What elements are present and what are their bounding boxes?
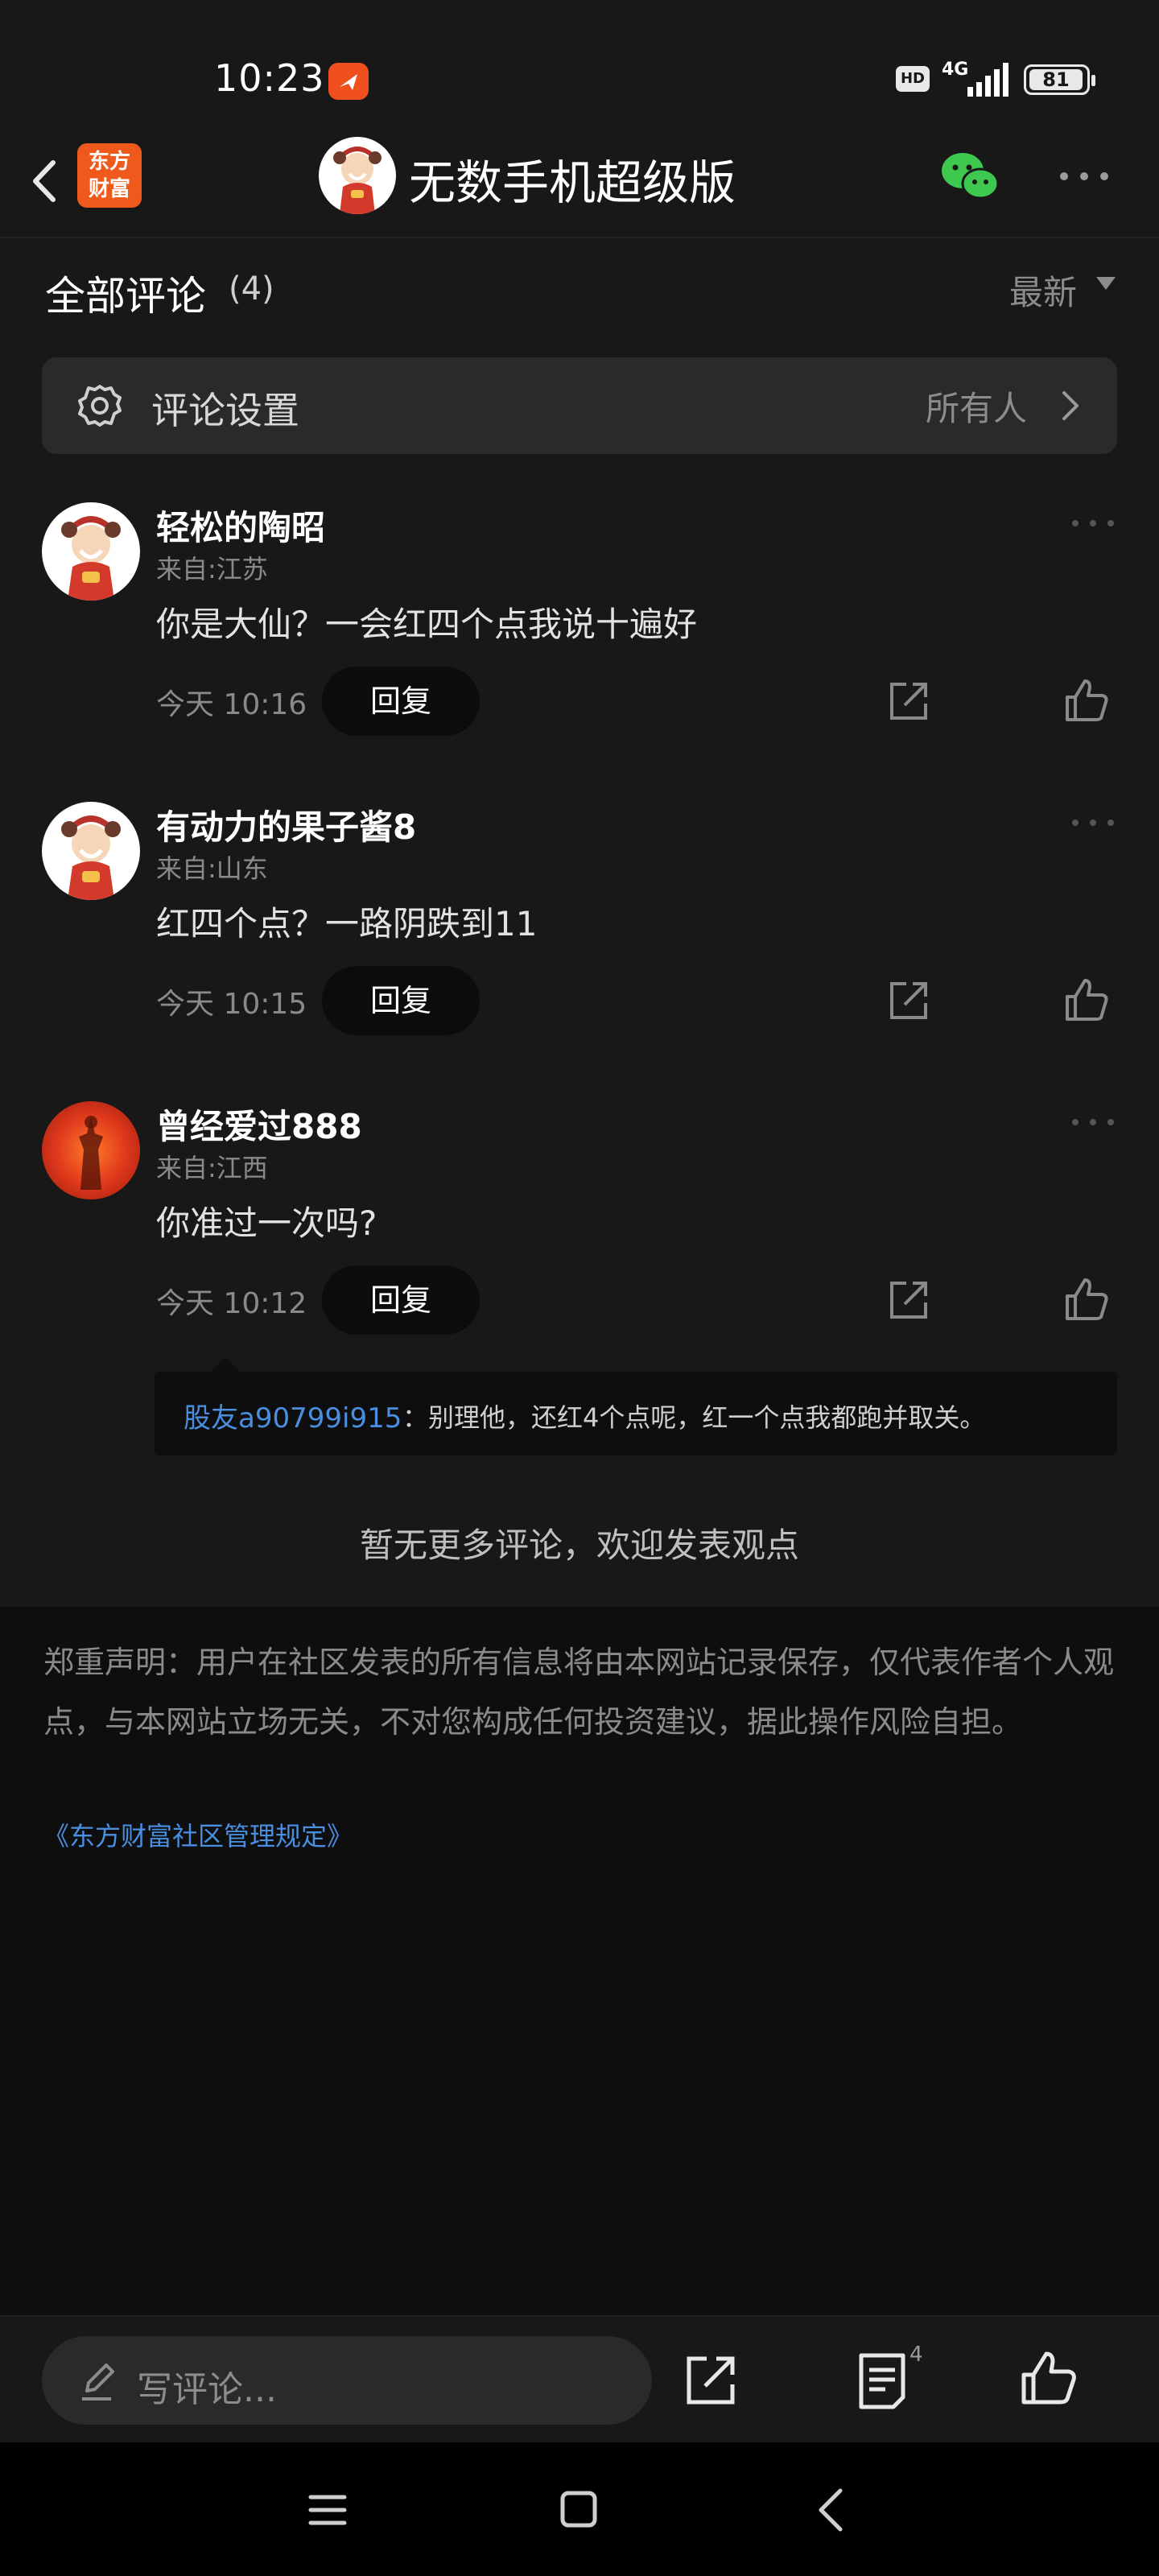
community-rules-link[interactable]: 《东方财富社区管理规定》: [43, 1816, 353, 1853]
reply-button[interactable]: 回复: [322, 1265, 480, 1335]
pen-icon: [82, 2363, 114, 2401]
avatar[interactable]: [42, 502, 140, 601]
share-icon[interactable]: [885, 977, 932, 1024]
comment-input-placeholder: 写评论...: [137, 2369, 277, 2410]
share-icon[interactable]: [885, 678, 932, 724]
comment-location: 来自:江苏: [156, 554, 268, 584]
brand-logo[interactable]: 东方 财富: [77, 143, 142, 208]
status-bar: 10:23 HD 4G 81: [0, 0, 1159, 129]
hd-icon: HD: [896, 66, 930, 92]
caret-down-icon[interactable]: [1096, 277, 1116, 290]
comments-icon[interactable]: [856, 2351, 908, 2410]
more-icon[interactable]: [1070, 815, 1116, 831]
comments-title: 全部评论: [45, 273, 206, 320]
comment-author[interactable]: 轻松的陶昭: [156, 501, 325, 550]
page-title: 无数手机超级版: [409, 155, 736, 210]
reply-button[interactable]: 回复: [322, 667, 480, 736]
like-icon[interactable]: [1062, 676, 1111, 724]
comment-item: 曾经爱过888 来自:江西 你准过一次吗? 今天 10:12 回复: [0, 1053, 1159, 1352]
gear-icon: [78, 385, 122, 427]
like-icon[interactable]: [1017, 2347, 1079, 2409]
comment-text: 红四个点？一路阴跌到11: [156, 904, 538, 943]
recent-apps-icon[interactable]: [307, 2491, 348, 2529]
back-icon[interactable]: [21, 145, 69, 217]
comment-time: 今天 10:12: [156, 1287, 307, 1320]
share-icon[interactable]: [885, 1277, 932, 1323]
system-navigation-bar: [0, 2442, 1159, 2576]
share-icon[interactable]: [681, 2351, 740, 2410]
comment-text: 你准过一次吗?: [156, 1203, 377, 1243]
disclaimer: 郑重声明：用户在社区发表的所有信息将由本网站记录保存，仅代表作者个人观点，与本网…: [43, 1645, 1115, 1740]
app-notification-icon: [328, 63, 369, 100]
comments-count: (4): [229, 270, 274, 308]
more-icon[interactable]: [1058, 164, 1111, 188]
more-icon[interactable]: [1070, 515, 1116, 531]
nested-reply-author[interactable]: 股友a90799i915: [184, 1396, 402, 1435]
comments-header: 全部评论 (4) 最新: [0, 238, 1159, 343]
comment-settings-row[interactable]: 评论设置 所有人: [42, 357, 1117, 454]
chevron-right-icon: [1062, 391, 1079, 420]
comment-item: 有动力的果子酱8 来自:山东 红四个点？一路阴跌到11 今天 10:15 回复: [0, 753, 1159, 1053]
stock-avatar: [319, 137, 396, 214]
like-icon[interactable]: [1062, 976, 1111, 1024]
comments-count-badge: 4: [909, 2343, 923, 2367]
battery-level: 81: [1029, 69, 1083, 90]
comment-text: 你是大仙？一会红四个点我说十遍好: [156, 605, 698, 644]
nested-reply-text: ：别理他，还红4个点呢，红一个点我都跑并取关。: [402, 1402, 986, 1433]
status-time: 10:23: [214, 56, 325, 100]
wechat-icon[interactable]: [938, 148, 1001, 204]
comment-author[interactable]: 曾经爱过888: [156, 1100, 362, 1149]
no-more-comments: 暂无更多评论，欢迎发表观点: [359, 1525, 799, 1565]
avatar[interactable]: [42, 1101, 140, 1199]
more-icon[interactable]: [1070, 1114, 1116, 1130]
sort-dropdown[interactable]: 最新: [1009, 266, 1077, 315]
signal-icon: [967, 63, 1008, 97]
avatar[interactable]: [42, 802, 140, 900]
bottom-bar: 写评论... 4: [0, 2315, 1159, 2442]
comment-author[interactable]: 有动力的果子酱8: [156, 800, 416, 849]
comment-input[interactable]: 写评论...: [42, 2336, 652, 2425]
comment-location: 来自:江西: [156, 1153, 268, 1183]
settings-label: 评论设置: [151, 389, 299, 432]
comment-time: 今天 10:15: [156, 988, 307, 1021]
comment-time: 今天 10:16: [156, 688, 307, 721]
comment-item: 轻松的陶昭 来自:江苏 你是大仙？一会红四个点我说十遍好 今天 10:16 回复: [0, 454, 1159, 753]
nested-reply[interactable]: 股友a90799i915 ：别理他，还红4个点呢，红一个点我都跑并取关。: [155, 1357, 1117, 1455]
settings-value: 所有人: [925, 389, 1027, 428]
battery-icon: 81: [1024, 64, 1095, 95]
top-nav: 东方 财富 无数手机超级版: [0, 129, 1159, 238]
reply-button[interactable]: 回复: [322, 966, 480, 1035]
back-icon[interactable]: [815, 2486, 847, 2534]
comment-location: 来自:山东: [156, 853, 268, 884]
like-icon[interactable]: [1062, 1275, 1111, 1323]
home-icon[interactable]: [559, 2489, 599, 2529]
